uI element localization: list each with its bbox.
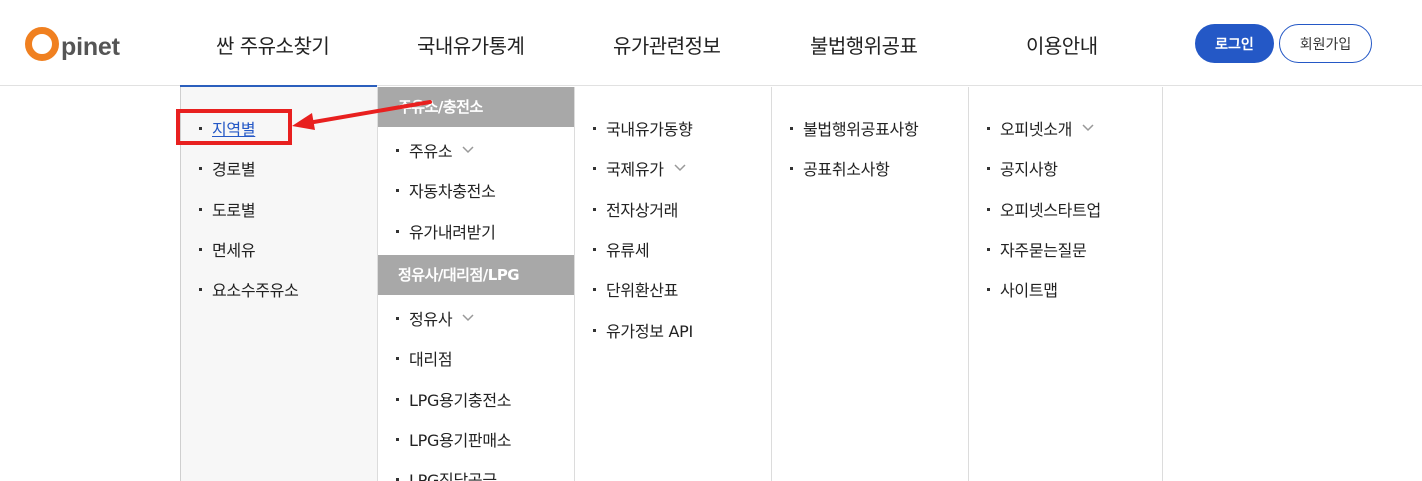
menu-item-by-route[interactable]: 경로별 — [181, 156, 256, 180]
menu-item-sitemap[interactable]: 사이트맵 — [969, 277, 1058, 301]
menu-item-urea-station[interactable]: 요소수주유소 — [181, 277, 299, 301]
group-header-refiner: 정유사/대리점/LPG — [378, 255, 574, 295]
menu-col-price-info: 국내유가동향 국제유가 전자상거래 유류세 단위환산표 유가정보 API — [574, 87, 771, 481]
chevron-down-icon — [674, 164, 686, 172]
menu-item-notice[interactable]: 공지사항 — [969, 156, 1058, 180]
annotation-arrow-icon — [292, 100, 432, 130]
menu-col-illegal: 불법행위공표사항 공표취소사항 — [771, 87, 968, 481]
menu-item-intl-price[interactable]: 국제유가 — [575, 156, 686, 180]
menu-item-price-download[interactable]: 유가내려받기 — [378, 219, 496, 243]
logo-text: pinet — [61, 33, 120, 61]
nav-price-info[interactable]: 유가관련정보 — [613, 30, 721, 59]
menu-col-price-stats: 주유소/충전소 주유소 자동차충전소 유가내려받기 정유사/대리점/LPG 정유… — [377, 87, 574, 481]
join-button[interactable]: 회원가입 — [1279, 24, 1372, 63]
menu-item-gas-station[interactable]: 주유소 — [378, 138, 474, 162]
menu-item-startup[interactable]: 오피넷스타트업 — [969, 197, 1101, 221]
menu-item-lpg-filling[interactable]: LPG용기충전소 — [378, 387, 511, 411]
annotation-highlight-box — [176, 109, 292, 145]
menu-item-about-opinet[interactable]: 오피넷소개 — [969, 116, 1094, 140]
menu-item-unit-conversion[interactable]: 단위환산표 — [575, 277, 678, 301]
menu-item-ecommerce[interactable]: 전자상거래 — [575, 197, 678, 221]
opinet-logo[interactable]: pinet — [24, 22, 120, 62]
menu-item-domestic-trend[interactable]: 국내유가동향 — [575, 116, 693, 140]
menu-col-station-search: 지역별 경로별 도로별 면세유 요소수주유소 — [180, 87, 377, 481]
menu-item-price-api[interactable]: 유가정보 API — [575, 318, 693, 342]
site-header: pinet 싼 주유소찾기 국내유가통계 유가관련정보 불법행위공표 이용안내 … — [0, 0, 1422, 86]
logo-o-mark — [24, 26, 60, 62]
nav-domestic-price-stats[interactable]: 국내유가통계 — [417, 30, 525, 59]
menu-item-illegal-notice[interactable]: 불법행위공표사항 — [772, 116, 919, 140]
menu-item-agency[interactable]: 대리점 — [378, 346, 453, 370]
menu-col-guide: 오피넷소개 공지사항 오피넷스타트업 자주묻는질문 사이트맵 — [968, 87, 1163, 481]
mega-menu: 지역별 경로별 도로별 면세유 요소수주유소 주유소/충전소 주유소 자동차충전… — [180, 87, 1163, 481]
menu-item-car-charging[interactable]: 자동차충전소 — [378, 178, 496, 202]
nav-usage-guide[interactable]: 이용안내 — [1026, 30, 1098, 59]
menu-item-refiner[interactable]: 정유사 — [378, 306, 474, 330]
menu-item-by-road[interactable]: 도로별 — [181, 197, 256, 221]
chevron-down-icon — [1082, 124, 1094, 132]
menu-item-fuel-tax[interactable]: 유류세 — [575, 237, 650, 261]
nav-illegal-disclosure[interactable]: 불법행위공표 — [810, 30, 918, 59]
menu-item-faq[interactable]: 자주묻는질문 — [969, 237, 1087, 261]
nav-cheap-station-search[interactable]: 싼 주유소찾기 — [216, 30, 330, 59]
chevron-down-icon — [462, 314, 474, 322]
login-button[interactable]: 로그인 — [1195, 24, 1274, 63]
menu-item-tax-free-oil[interactable]: 면세유 — [181, 237, 256, 261]
menu-item-lpg-direct[interactable]: LPG직답공급 — [378, 467, 497, 481]
chevron-down-icon — [462, 146, 474, 154]
menu-item-lpg-sales[interactable]: LPG용기판매소 — [378, 427, 511, 451]
menu-item-disclosure-cancel[interactable]: 공표취소사항 — [772, 156, 890, 180]
